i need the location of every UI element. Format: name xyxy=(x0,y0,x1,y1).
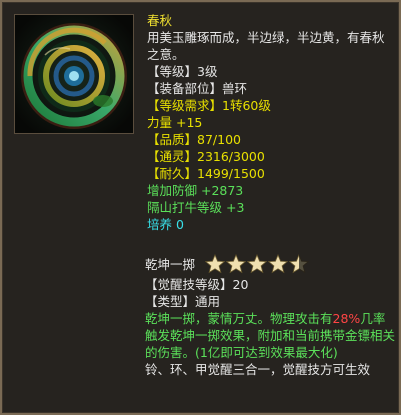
skill-header: 乾坤一掷 xyxy=(145,252,395,276)
skill-effect: 乾坤一掷，蒙情万丈。物理攻击有28%几率触发乾坤一掷效果，附加和当前携带金镖相关… xyxy=(145,310,395,361)
item-defense-bonus: 增加防御 +2873 xyxy=(147,183,244,198)
awaken-level: 【觉醒技等级】20 xyxy=(145,277,249,292)
skill-type: 【类型】通用 xyxy=(145,294,221,309)
star-full-icon xyxy=(247,254,268,274)
item-description: 用美玉雕琢而成，半边绿，半边黄，有春秋之意。 xyxy=(147,30,385,62)
skill-effect-note: (1亿即可达到效果最大化) xyxy=(195,345,338,360)
item-quality: 【品质】87/100 xyxy=(147,132,241,147)
star-full-icon xyxy=(226,254,247,274)
star-full-icon xyxy=(205,254,226,274)
item-skill-bonus: 隔山打牛等级 +3 xyxy=(147,200,245,215)
item-name: 春秋 xyxy=(147,13,173,28)
star-half-icon xyxy=(289,254,310,274)
item-level: 【等级】3级 xyxy=(147,64,218,79)
skill-name: 乾坤一掷 xyxy=(145,256,196,272)
item-stats: 春秋 用美玉雕琢而成，半边绿，半边黄，有春秋之意。 【等级】3级 【装备部位】兽… xyxy=(147,12,395,233)
item-durability: 【耐久】1499/1500 xyxy=(147,166,265,181)
skill-effect-a: 乾坤一掷，蒙情万丈。物理攻击有 xyxy=(145,311,333,326)
item-icon-frame xyxy=(14,14,134,134)
item-level-requirement: 【等级需求】1转60级 xyxy=(147,98,271,113)
item-cultivate: 培养 0 xyxy=(147,217,184,232)
skill-effect-percent: 28% xyxy=(332,311,361,326)
skill-rating xyxy=(205,254,310,274)
item-strength: 力量 +15 xyxy=(147,115,203,130)
awaken-skill: 乾坤一掷 【觉醒技等级】20 【类型】通用 乾坤一掷，蒙情万丈。物理攻击有28%… xyxy=(145,252,395,378)
jade-ring-icon xyxy=(15,15,133,133)
item-slot: 【装备部位】兽环 xyxy=(147,81,248,96)
star-full-icon xyxy=(268,254,289,274)
item-tooltip: 春秋 用美玉雕琢而成，半边绿，半边黄，有春秋之意。 【等级】3级 【装备部位】兽… xyxy=(0,0,401,415)
skill-combo-note: 铃、环、甲觉醒三合一，觉醒技方可生效 xyxy=(145,362,371,377)
item-spirit: 【通灵】2316/3000 xyxy=(147,149,265,164)
